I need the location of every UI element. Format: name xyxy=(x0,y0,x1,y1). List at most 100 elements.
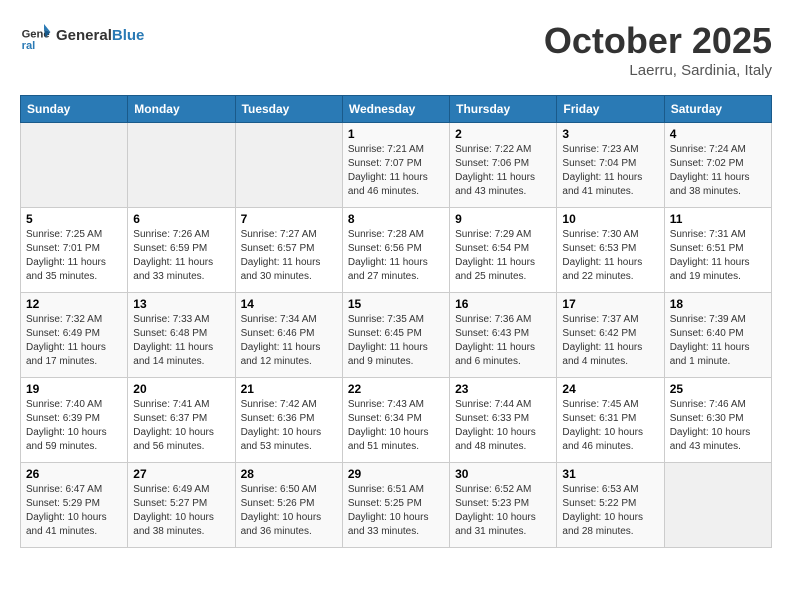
calendar-cell: 20 Sunrise: 7:41 AMSunset: 6:37 PMDayligh… xyxy=(128,378,235,463)
day-info: Sunrise: 6:52 AMSunset: 5:23 PMDaylight:… xyxy=(455,483,551,539)
calendar-cell xyxy=(664,463,771,548)
day-header-wednesday: Wednesday xyxy=(342,96,449,123)
calendar-week-4: 19 Sunrise: 7:40 AMSunset: 6:39 PMDayligh… xyxy=(21,378,772,463)
calendar-cell: 5 Sunrise: 7:25 AMSunset: 7:01 PMDaylight… xyxy=(21,208,128,293)
day-info: Sunrise: 7:24 AMSunset: 7:02 PMDaylight:… xyxy=(670,143,766,199)
logo-line1: General xyxy=(56,27,112,44)
calendar-cell: 7 Sunrise: 7:27 AMSunset: 6:57 PMDaylight… xyxy=(235,208,342,293)
day-number: 18 xyxy=(670,297,766,311)
day-number: 15 xyxy=(348,297,444,311)
calendar-week-2: 5 Sunrise: 7:25 AMSunset: 7:01 PMDaylight… xyxy=(21,208,772,293)
day-number: 8 xyxy=(348,212,444,226)
calendar-cell: 26 Sunrise: 6:47 AMSunset: 5:29 PMDayligh… xyxy=(21,463,128,548)
day-number: 21 xyxy=(241,382,337,396)
day-info: Sunrise: 7:26 AMSunset: 6:59 PMDaylight:… xyxy=(133,228,229,284)
calendar-cell: 18Sunrise: 7:39 AMSunset: 6:40 PMDayligh… xyxy=(664,293,771,378)
day-info: Sunrise: 7:42 AMSunset: 6:36 PMDaylight:… xyxy=(241,398,337,454)
calendar-cell: 16 Sunrise: 7:36 AMSunset: 6:43 PMDayligh… xyxy=(450,293,557,378)
day-number: 6 xyxy=(133,212,229,226)
day-number: 4 xyxy=(670,127,766,141)
day-info: Sunrise: 7:21 AMSunset: 7:07 PMDaylight:… xyxy=(348,143,444,199)
day-info: Sunrise: 6:51 AMSunset: 5:25 PMDaylight:… xyxy=(348,483,444,539)
day-number: 24 xyxy=(562,382,658,396)
day-info: Sunrise: 7:37 AMSunset: 6:42 PMDaylight:… xyxy=(562,313,658,369)
day-header-monday: Monday xyxy=(128,96,235,123)
calendar-cell: 17 Sunrise: 7:37 AMSunset: 6:42 PMDayligh… xyxy=(557,293,664,378)
calendar-cell: 28 Sunrise: 6:50 AMSunset: 5:26 PMDayligh… xyxy=(235,463,342,548)
day-info: Sunrise: 7:30 AMSunset: 6:53 PMDaylight:… xyxy=(562,228,658,284)
day-info: Sunrise: 7:31 AMSunset: 6:51 PMDaylight:… xyxy=(670,228,766,284)
calendar-cell: 19 Sunrise: 7:40 AMSunset: 6:39 PMDayligh… xyxy=(21,378,128,463)
day-info: Sunrise: 7:36 AMSunset: 6:43 PMDaylight:… xyxy=(455,313,551,369)
day-info: Sunrise: 6:50 AMSunset: 5:26 PMDaylight:… xyxy=(241,483,337,539)
day-info: Sunrise: 7:41 AMSunset: 6:37 PMDaylight:… xyxy=(133,398,229,454)
calendar-cell: 15 Sunrise: 7:35 AMSunset: 6:45 PMDayligh… xyxy=(342,293,449,378)
day-info: Sunrise: 7:40 AMSunset: 6:39 PMDaylight:… xyxy=(26,398,122,454)
calendar-cell: 29 Sunrise: 6:51 AMSunset: 5:25 PMDayligh… xyxy=(342,463,449,548)
day-number: 17 xyxy=(562,297,658,311)
day-info: Sunrise: 6:53 AMSunset: 5:22 PMDaylight:… xyxy=(562,483,658,539)
calendar-cell: 4 Sunrise: 7:24 AMSunset: 7:02 PMDaylight… xyxy=(664,123,771,208)
calendar-cell: 6 Sunrise: 7:26 AMSunset: 6:59 PMDaylight… xyxy=(128,208,235,293)
day-number: 31 xyxy=(562,467,658,481)
day-number: 5 xyxy=(26,212,122,226)
day-number: 10 xyxy=(562,212,658,226)
day-number: 29 xyxy=(348,467,444,481)
day-info: Sunrise: 6:47 AMSunset: 5:29 PMDaylight:… xyxy=(26,483,122,539)
day-number: 20 xyxy=(133,382,229,396)
calendar-cell: 1 Sunrise: 7:21 AMSunset: 7:07 PMDaylight… xyxy=(342,123,449,208)
day-number: 13 xyxy=(133,297,229,311)
day-info: Sunrise: 7:25 AMSunset: 7:01 PMDaylight:… xyxy=(26,228,122,284)
page-header: Gene ral GeneralBlue October 2025 Laerru… xyxy=(20,20,772,79)
calendar-cell: 9 Sunrise: 7:29 AMSunset: 6:54 PMDaylight… xyxy=(450,208,557,293)
calendar-cell: 27 Sunrise: 6:49 AMSunset: 5:27 PMDayligh… xyxy=(128,463,235,548)
day-number: 7 xyxy=(241,212,337,226)
calendar-week-3: 12 Sunrise: 7:32 AMSunset: 6:49 PMDayligh… xyxy=(21,293,772,378)
calendar-week-5: 26 Sunrise: 6:47 AMSunset: 5:29 PMDayligh… xyxy=(21,463,772,548)
day-info: Sunrise: 7:23 AMSunset: 7:04 PMDaylight:… xyxy=(562,143,658,199)
day-number: 11 xyxy=(670,212,766,226)
day-number: 1 xyxy=(348,127,444,141)
day-number: 22 xyxy=(348,382,444,396)
title-area: October 2025 Laerru, Sardinia, Italy xyxy=(544,20,772,79)
day-number: 3 xyxy=(562,127,658,141)
day-info: Sunrise: 7:35 AMSunset: 6:45 PMDaylight:… xyxy=(348,313,444,369)
day-header-thursday: Thursday xyxy=(450,96,557,123)
day-number: 28 xyxy=(241,467,337,481)
calendar-cell: 14Sunrise: 7:34 AMSunset: 6:46 PMDayligh… xyxy=(235,293,342,378)
day-info: Sunrise: 7:43 AMSunset: 6:34 PMDaylight:… xyxy=(348,398,444,454)
day-header-tuesday: Tuesday xyxy=(235,96,342,123)
calendar-cell xyxy=(21,123,128,208)
day-info: Sunrise: 7:45 AMSunset: 6:31 PMDaylight:… xyxy=(562,398,658,454)
month-title: October 2025 xyxy=(544,20,772,62)
calendar-cell: 25Sunrise: 7:46 AMSunset: 6:30 PMDayligh… xyxy=(664,378,771,463)
calendar-cell xyxy=(128,123,235,208)
day-number: 19 xyxy=(26,382,122,396)
calendar-cell: 31 Sunrise: 6:53 AMSunset: 5:22 PMDayligh… xyxy=(557,463,664,548)
day-info: Sunrise: 7:32 AMSunset: 6:49 PMDaylight:… xyxy=(26,313,122,369)
day-header-sunday: Sunday xyxy=(21,96,128,123)
logo: Gene ral GeneralBlue xyxy=(20,20,144,52)
calendar-cell: 12 Sunrise: 7:32 AMSunset: 6:49 PMDayligh… xyxy=(21,293,128,378)
calendar-cell: 21 Sunrise: 7:42 AMSunset: 6:36 PMDayligh… xyxy=(235,378,342,463)
day-info: Sunrise: 7:27 AMSunset: 6:57 PMDaylight:… xyxy=(241,228,337,284)
calendar-cell: 13 Sunrise: 7:33 AMSunset: 6:48 PMDayligh… xyxy=(128,293,235,378)
calendar-cell: 3 Sunrise: 7:23 AMSunset: 7:04 PMDaylight… xyxy=(557,123,664,208)
day-info: Sunrise: 6:49 AMSunset: 5:27 PMDaylight:… xyxy=(133,483,229,539)
day-number: 16 xyxy=(455,297,551,311)
day-header-saturday: Saturday xyxy=(664,96,771,123)
day-info: Sunrise: 7:44 AMSunset: 6:33 PMDaylight:… xyxy=(455,398,551,454)
calendar-cell: 11 Sunrise: 7:31 AMSunset: 6:51 PMDayligh… xyxy=(664,208,771,293)
day-info: Sunrise: 7:33 AMSunset: 6:48 PMDaylight:… xyxy=(133,313,229,369)
day-number: 12 xyxy=(26,297,122,311)
day-number: 9 xyxy=(455,212,551,226)
calendar-header-row: SundayMondayTuesdayWednesdayThursdayFrid… xyxy=(21,96,772,123)
day-number: 26 xyxy=(26,467,122,481)
calendar-table: SundayMondayTuesdayWednesdayThursdayFrid… xyxy=(20,95,772,548)
day-number: 27 xyxy=(133,467,229,481)
calendar-cell xyxy=(235,123,342,208)
day-info: Sunrise: 7:29 AMSunset: 6:54 PMDaylight:… xyxy=(455,228,551,284)
calendar-cell: 22 Sunrise: 7:43 AMSunset: 6:34 PMDayligh… xyxy=(342,378,449,463)
calendar-cell: 24 Sunrise: 7:45 AMSunset: 6:31 PMDayligh… xyxy=(557,378,664,463)
day-header-friday: Friday xyxy=(557,96,664,123)
